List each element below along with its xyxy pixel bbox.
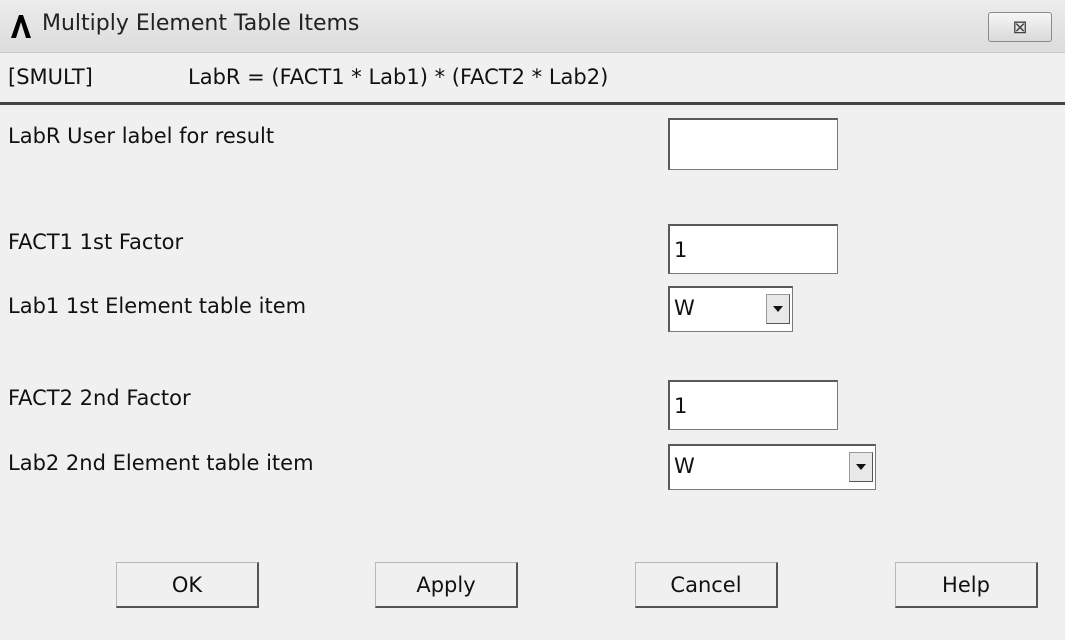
lab2-dropdown[interactable]: W [668, 444, 876, 490]
lab2-dropdown-button[interactable] [849, 452, 873, 482]
labr-input[interactable] [668, 118, 838, 170]
lab1-dropdown-button[interactable] [766, 294, 790, 324]
cancel-button[interactable]: Cancel [635, 562, 778, 608]
fact1-label: FACT1 1st Factor [8, 230, 184, 254]
title-bar: Multiply Element Table Items ⊠ [0, 0, 1065, 53]
lab1-label: Lab1 1st Element table item [8, 294, 307, 318]
labr-label: LabR User label for result [8, 124, 275, 148]
fact1-input[interactable] [668, 224, 838, 274]
command-tag: [SMULT] [8, 65, 93, 89]
fact2-label: FACT2 2nd Factor [8, 386, 191, 410]
fact2-input[interactable] [668, 380, 838, 430]
close-button[interactable]: ⊠ [988, 12, 1052, 42]
window-title: Multiply Element Table Items [42, 11, 360, 36]
lab2-selected-value: W [674, 454, 695, 478]
lab2-label: Lab2 2nd Element table item [8, 451, 314, 475]
ansys-logo-icon [11, 15, 31, 38]
ok-button[interactable]: OK [116, 562, 259, 608]
command-formula: LabR = (FACT1 * Lab1) * (FACT2 * Lab2) [188, 65, 609, 89]
lab1-selected-value: W [674, 296, 695, 320]
chevron-down-icon [856, 464, 866, 470]
chevron-down-icon [773, 306, 783, 312]
lab1-dropdown[interactable]: W [668, 286, 793, 332]
apply-button[interactable]: Apply [375, 562, 518, 608]
command-header: [SMULT] LabR = (FACT1 * Lab1) * (FACT2 *… [0, 52, 1065, 105]
help-button[interactable]: Help [895, 562, 1038, 608]
close-icon: ⊠ [1012, 16, 1028, 38]
